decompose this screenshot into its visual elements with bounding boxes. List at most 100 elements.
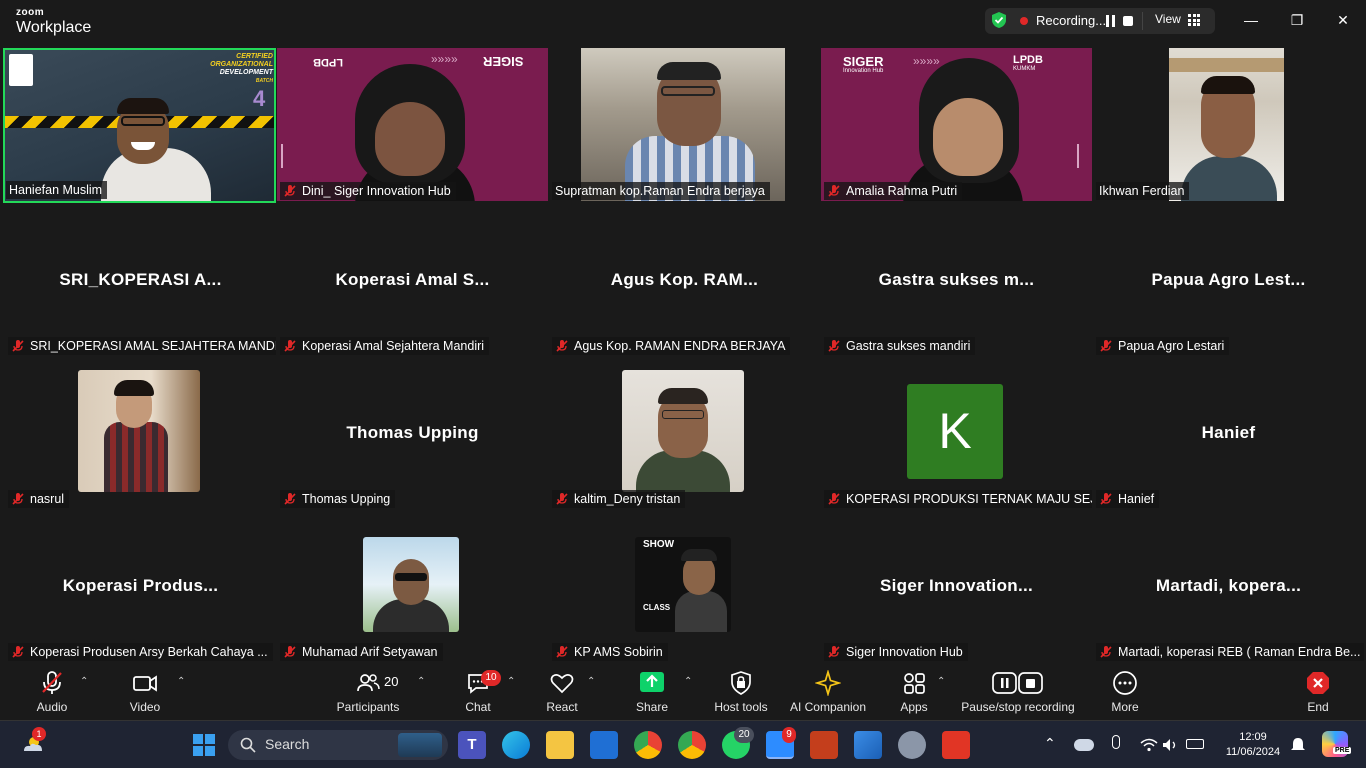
- acrobat-icon[interactable]: [942, 731, 970, 759]
- video-tile[interactable]: Koperasi Amal S... Koperasi Amal Sejahte…: [277, 203, 548, 356]
- participant-name: Ikhwan Ferdian: [1096, 182, 1190, 200]
- pause-stop-icon: [992, 672, 1043, 694]
- host-shield-icon: [731, 671, 751, 695]
- mail-icon[interactable]: [590, 731, 618, 759]
- participant-name: Thomas Upping: [280, 490, 396, 508]
- teams-icon[interactable]: T: [458, 731, 486, 759]
- chrome-icon[interactable]: [634, 731, 662, 759]
- stop-recording-icon[interactable]: [1123, 16, 1133, 26]
- more-button[interactable]: More: [1106, 670, 1144, 716]
- participant-name: Supratman kop.Raman Endra berjaya: [552, 182, 770, 200]
- video-tile[interactable]: LPDB SIGER »»»» Dini_ Siger Innovation H…: [277, 48, 548, 201]
- participant-name: Haniefan Muslim: [6, 181, 108, 199]
- video-tile[interactable]: Supratman kop.Raman Endra berjaya: [549, 48, 820, 201]
- audio-button[interactable]: Audio: [28, 670, 76, 716]
- apps-options-caret[interactable]: ⌃: [937, 676, 947, 687]
- participant-name: nasrul: [8, 490, 70, 508]
- react-options-caret[interactable]: ⌃: [587, 676, 597, 687]
- volume-icon[interactable]: [1162, 738, 1180, 752]
- video-tile[interactable]: Papua Agro Lest... Papua Agro Lestari: [1093, 203, 1364, 356]
- apps-label: Apps: [900, 700, 928, 714]
- gallery-grid-icon[interactable]: [1188, 14, 1200, 26]
- chat-options-caret[interactable]: ⌃: [507, 676, 517, 687]
- edge-browser-icon[interactable]: [502, 731, 530, 759]
- file-explorer-icon[interactable]: [546, 731, 574, 759]
- video-tile[interactable]: SHOW CLASS KP AMS Sobirin: [549, 509, 820, 662]
- video-tile[interactable]: Martadi, kopera... Martadi, koperasi REB…: [1093, 509, 1364, 662]
- participants-options-caret[interactable]: ⌃: [417, 676, 427, 687]
- minimize-button[interactable]: —: [1241, 10, 1261, 30]
- show-text: SHOW: [643, 539, 675, 550]
- maximize-button[interactable]: ❐: [1287, 10, 1307, 30]
- shield-icon[interactable]: [990, 11, 1008, 29]
- video-tile[interactable]: Thomas Upping Thomas Upping: [277, 356, 548, 509]
- video-tile[interactable]: nasrul: [5, 356, 276, 509]
- view-button[interactable]: View: [1155, 12, 1181, 26]
- pause-recording-icon[interactable]: [1106, 15, 1116, 27]
- battery-icon[interactable]: [1186, 739, 1204, 749]
- chrome-profile-icon[interactable]: [678, 731, 706, 759]
- muted-mic-icon: [12, 493, 24, 505]
- share-options-caret[interactable]: ⌃: [684, 676, 694, 687]
- taskbar-clock[interactable]: 12:09 11/06/2024: [1218, 730, 1288, 760]
- end-meeting-button[interactable]: End: [1298, 670, 1338, 716]
- video-options-caret[interactable]: ⌃: [177, 676, 187, 687]
- video-tile[interactable]: kaltim_Deny tristan: [549, 356, 820, 509]
- video-tile[interactable]: K KOPERASI PRODUKSI TERNAK MAJU SEJ...: [821, 356, 1092, 509]
- batch-text: BATCH: [255, 78, 273, 84]
- participant-video: [78, 370, 200, 492]
- share-button[interactable]: Share: [632, 670, 672, 716]
- divider: [1142, 12, 1143, 30]
- video-tile[interactable]: Agus Kop. RAM... Agus Kop. RAMAN ENDRA B…: [549, 203, 820, 356]
- apps-button[interactable]: Apps: [898, 670, 930, 716]
- audio-label: Audio: [36, 700, 68, 714]
- apps-icon: [904, 673, 925, 694]
- zoom-badge: 9: [782, 727, 796, 743]
- pause-stop-recording-button[interactable]: Pause/stop recording: [960, 670, 1076, 716]
- participant-video: [622, 370, 744, 492]
- video-tile[interactable]: SIGER Innovation Hub LPDB KUMKM »»»» Ama…: [821, 48, 1092, 201]
- logo: [9, 54, 33, 86]
- close-window-button[interactable]: ✕: [1333, 10, 1353, 30]
- video-camera-icon: [133, 675, 157, 692]
- video-tile[interactable]: Gastra sukses m... Gastra sukses mandiri: [821, 203, 1092, 356]
- video-tile[interactable]: Muhamad Arif Setyawan: [277, 509, 548, 662]
- ai-companion-button[interactable]: AI Companion: [788, 670, 868, 716]
- muted-mic-icon: [284, 185, 296, 197]
- powerpoint-icon[interactable]: [810, 731, 838, 759]
- participants-label: Participants: [336, 700, 400, 714]
- chevron-up-icon[interactable]: ⌃: [1044, 735, 1056, 752]
- recording-dot-icon: [1020, 17, 1028, 25]
- onedrive-icon[interactable]: [1074, 739, 1094, 751]
- muted-mic-icon: [1100, 340, 1112, 352]
- recording-label: Recording...: [1036, 13, 1107, 28]
- chat-label: Chat: [465, 700, 491, 714]
- microphone-icon[interactable]: [1112, 735, 1120, 749]
- video-tile[interactable]: SRI_KOPERASI A... SRI_KOPERASI AMAL SEJA…: [5, 203, 276, 356]
- search-icon: [240, 737, 256, 753]
- share-screen-icon: [640, 672, 664, 692]
- wifi-icon[interactable]: [1140, 738, 1158, 752]
- notification-bell-icon[interactable]: [1290, 737, 1306, 753]
- muted-mic-icon: [42, 671, 62, 694]
- react-button[interactable]: React: [542, 670, 582, 716]
- host-tools-button[interactable]: Host tools: [712, 670, 770, 716]
- participant-name: Gastra sukses mandiri: [824, 337, 976, 355]
- video-tile[interactable]: CERTIFIED ORGANIZATIONAL DEVELOPMENT BAT…: [3, 48, 276, 203]
- video-button[interactable]: Video: [122, 670, 168, 716]
- video-tile[interactable]: Siger Innovation... Siger Innovation Hub: [821, 509, 1092, 662]
- sparkle-icon: [815, 670, 841, 696]
- video-tile[interactable]: Hanief Hanief: [1093, 356, 1364, 509]
- ai-companion-label: AI Companion: [789, 700, 867, 714]
- video-tile[interactable]: Koperasi Produs... Koperasi Produsen Ars…: [5, 509, 276, 662]
- start-button-icon[interactable]: [190, 731, 218, 759]
- audio-options-caret[interactable]: ⌃: [80, 676, 90, 687]
- more-label: More: [1111, 700, 1139, 714]
- participant-video: CERTIFIED ORGANIZATIONAL DEVELOPMENT BAT…: [5, 50, 274, 201]
- end-label: End: [1307, 700, 1329, 714]
- settings-gear-icon[interactable]: [898, 731, 926, 759]
- video-label: Video: [129, 700, 161, 714]
- muted-mic-icon: [1100, 493, 1112, 505]
- video-tile[interactable]: Ikhwan Ferdian: [1093, 48, 1364, 201]
- photos-icon[interactable]: [854, 731, 882, 759]
